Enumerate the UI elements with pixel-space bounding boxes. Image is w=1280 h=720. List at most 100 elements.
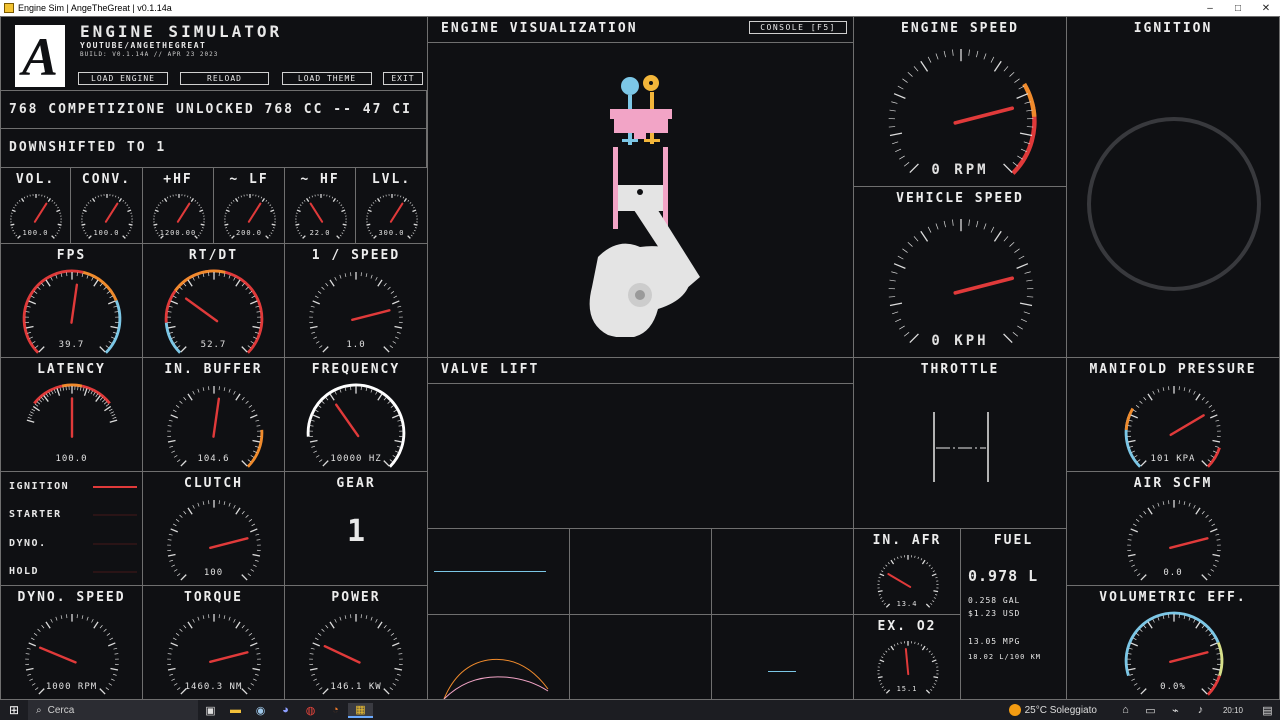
taskbar-search[interactable]: ⌕ Cerca: [28, 700, 198, 720]
notifications-icon[interactable]: ▤: [1255, 704, 1280, 717]
gauge-tick: [310, 419, 315, 422]
gauge-tick: [1214, 445, 1219, 448]
console-button[interactable]: CONSOLE [F5]: [749, 21, 847, 34]
load-engine-button[interactable]: LOAD ENGINE: [78, 72, 168, 85]
gauge-tick: [415, 227, 417, 229]
gauge-tick: [192, 390, 195, 395]
task-view-icon[interactable]: ▣: [198, 704, 223, 717]
gauge-tick: [390, 405, 395, 408]
gauge-tick: [29, 678, 34, 681]
volume-icon[interactable]: ♪: [1188, 704, 1213, 716]
gauge-tick: [1157, 388, 1160, 393]
gauge-tick: [256, 311, 261, 313]
file-explorer-icon[interactable]: ▬: [223, 704, 248, 716]
start-button[interactable]: ⊞: [0, 703, 28, 717]
steam-icon[interactable]: ◉: [248, 704, 273, 717]
gauge-tick: [255, 533, 260, 536]
cylinder-wall-left: [613, 147, 618, 229]
gauge-tick: [27, 416, 32, 419]
frequency-gauge-panel: FREQUENCY 10000 HZ: [284, 357, 428, 472]
fuel-panel: FUEL 0.978 L 0.258 GAL $1.23 USD 13.05 M…: [960, 528, 1067, 700]
gauge-label: RT/DT: [188, 248, 239, 263]
gauge-tick: [933, 590, 939, 593]
weather-widget[interactable]: 25°C Soleggiato: [1008, 704, 1097, 716]
gauge-tick: [1017, 155, 1023, 160]
gauge-tick: [27, 331, 32, 334]
gauge-tick: [110, 325, 119, 329]
gauge-tick: [126, 204, 129, 206]
gauge-tick: [891, 101, 898, 104]
firefox-icon[interactable]: ◔: [323, 704, 348, 716]
gauge-tick: [114, 311, 119, 313]
gauge-tick: [235, 198, 239, 202]
hold-switch-label[interactable]: HOLD: [9, 566, 39, 577]
gauge-label: TORQUE: [184, 590, 243, 605]
close-button[interactable]: ✕: [1252, 3, 1280, 14]
gauge-tick: [156, 206, 158, 209]
gauge-tick: [392, 300, 400, 305]
discord-icon[interactable]: ◕: [273, 704, 298, 716]
gauge-tick: [365, 273, 368, 278]
gauge-tick: [254, 445, 259, 448]
engine-visualization-panel: ENGINE VISUALIZATION CONSOLE [F5]: [427, 16, 854, 358]
minimize-button[interactable]: –: [1196, 3, 1224, 14]
tray-overflow-icon[interactable]: ▭: [1138, 704, 1163, 717]
gauge-band: [61, 383, 83, 388]
gauge-tick: [1162, 501, 1165, 506]
taskbar-clock[interactable]: 20:10: [1223, 706, 1243, 715]
gauge-tick: [899, 155, 905, 160]
gauge-value: 100.0: [22, 229, 49, 237]
gauge-tick: [1183, 615, 1186, 620]
gauge-tick: [223, 273, 226, 278]
reload-button[interactable]: RELOAD: [180, 72, 269, 85]
gauge-tick: [202, 615, 205, 620]
gauge-label: VEHICLE SPEED: [896, 191, 1024, 206]
gauge-tick: [271, 223, 276, 226]
gauge-tick: [889, 279, 896, 282]
gauge-tick: [299, 204, 302, 206]
exit-button[interactable]: EXIT: [383, 72, 423, 85]
starter-switch-label[interactable]: STARTER: [9, 509, 62, 520]
gauge-tick: [44, 195, 46, 198]
ignition-switch-label[interactable]: IGNITION: [9, 481, 69, 492]
gauge-tick: [95, 393, 99, 398]
gauge-value: 100.0: [55, 454, 88, 464]
gauge-band: [1022, 82, 1037, 117]
gauge-tick: [241, 625, 245, 629]
gauge-tick: [269, 204, 272, 206]
dyno-switch-label[interactable]: DYNO.: [9, 538, 47, 549]
load-theme-button[interactable]: LOAD THEME: [282, 72, 372, 85]
gauge-tick: [383, 625, 387, 629]
hf2-gauge-panel: ~ HF 22.0: [284, 167, 356, 244]
gauge-label: CONV.: [81, 172, 132, 187]
engine-sim-taskbar-icon[interactable]: ▦: [348, 702, 373, 718]
gauge-tick: [223, 387, 226, 392]
gauge-tick: [110, 411, 114, 414]
gauge-tick: [377, 393, 383, 401]
gauge-tick: [251, 637, 256, 641]
gear-value: 1: [346, 514, 366, 549]
gauge-tick: [255, 647, 260, 650]
maximize-button[interactable]: □: [1224, 3, 1252, 14]
network-icon[interactable]: ⌁: [1163, 704, 1188, 717]
gauge-tick: [130, 227, 132, 229]
gauge-tick: [897, 255, 904, 260]
gauge-tick: [228, 204, 231, 206]
gauge-tick: [47, 198, 51, 202]
gauge-tick: [235, 393, 241, 401]
chrome-icon[interactable]: ◍: [298, 704, 323, 717]
gauge-tick: [311, 673, 316, 676]
people-icon[interactable]: ⌂: [1113, 704, 1138, 716]
gauge-tick: [248, 519, 253, 522]
gauge-tick: [921, 559, 926, 565]
gauge-tick: [37, 286, 41, 290]
torque-curve: [443, 658, 549, 699]
gauge-tick: [1212, 450, 1217, 453]
gauge-tick: [230, 202, 233, 204]
gauge-needle: [904, 647, 910, 676]
gauge-tick: [310, 305, 315, 308]
gauge-tick: [342, 223, 347, 226]
gauge-tick: [943, 220, 946, 228]
gauge-label: ~ LF: [229, 172, 269, 187]
gauge-tick: [223, 615, 226, 620]
